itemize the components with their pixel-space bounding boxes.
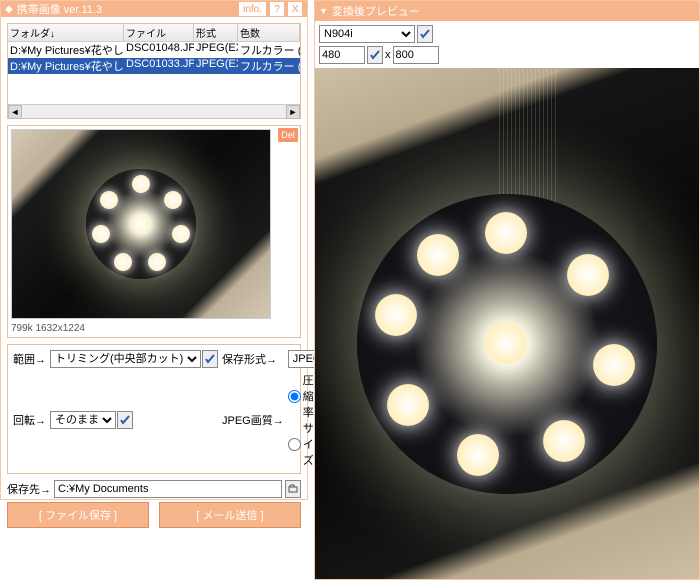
width-input[interactable] xyxy=(319,46,365,64)
file-list: フォルダ↓ ファイル 形式 色数 D:¥My Pictures¥花やしき・研修・… xyxy=(7,23,301,119)
triangle-icon: ▼ xyxy=(319,6,328,16)
compression-radio[interactable] xyxy=(288,390,301,403)
saveto-label: 保存先→ xyxy=(7,481,51,497)
range-select[interactable]: トリミング(中央部カット) xyxy=(50,350,201,368)
close-button[interactable]: X xyxy=(287,1,303,17)
height-input[interactable] xyxy=(393,46,439,64)
title-bar: ◆ 携帯画像 ver.11.3 info. ? X xyxy=(1,1,307,17)
app-title: 携帯画像 ver.11.3 xyxy=(17,1,102,17)
source-preview: Del 799k 1632x1224 xyxy=(7,125,301,338)
delete-button[interactable]: Del xyxy=(278,128,298,142)
help-button[interactable]: ? xyxy=(269,1,285,17)
rotate-apply-button[interactable] xyxy=(117,411,133,429)
scroll-left-icon[interactable]: ◄ xyxy=(8,105,22,119)
width-apply-button[interactable] xyxy=(367,46,383,64)
col-folder[interactable]: フォルダ↓ xyxy=(8,24,124,41)
table-row[interactable]: D:¥My Pictures¥花やしき・研修・ DSC01033.JPG JPE… xyxy=(8,58,300,74)
col-color[interactable]: 色数 xyxy=(238,24,300,41)
preview-window: ▼ 変換後プレビュー N904i x xyxy=(314,0,700,580)
device-apply-button[interactable] xyxy=(417,25,433,43)
col-format[interactable]: 形式 xyxy=(194,24,238,41)
source-dimensions: 799k 1632x1224 xyxy=(11,321,297,334)
rotate-label: 回転→ xyxy=(13,412,46,428)
file-list-header: フォルダ↓ ファイル 形式 色数 xyxy=(8,24,300,42)
source-thumbnail xyxy=(11,129,271,319)
range-label: 範囲→ xyxy=(13,351,46,367)
browse-button[interactable] xyxy=(285,480,301,498)
savepath-input[interactable] xyxy=(54,480,282,498)
info-button[interactable]: info. xyxy=(238,1,267,17)
preview-title-bar: ▼ 変換後プレビュー xyxy=(315,1,699,21)
file-save-button[interactable]: [ ファイル保存 ] xyxy=(7,502,149,528)
app-diamond-icon: ◆ xyxy=(5,4,13,15)
scroll-right-icon[interactable]: ► xyxy=(286,105,300,119)
options-panel: 範囲→ トリミング(中央部カット) 保存形式→ JPEG 回転→ そのまま JP… xyxy=(7,344,301,474)
mail-send-button[interactable]: [ メール送信 ] xyxy=(159,502,301,528)
chandelier-ring xyxy=(357,194,657,494)
preview-canvas xyxy=(315,68,699,579)
hscrollbar[interactable]: ◄ ► xyxy=(8,104,300,118)
table-row[interactable]: D:¥My Pictures¥花やしき・研修・ DSC01048.JPG JPE… xyxy=(8,42,300,58)
device-select[interactable]: N904i xyxy=(319,25,415,43)
col-file[interactable]: ファイル xyxy=(124,24,194,41)
saveformat-label: 保存形式→ xyxy=(222,351,284,367)
range-apply-button[interactable] xyxy=(202,350,218,368)
preview-title: 変換後プレビュー xyxy=(332,3,420,19)
jpegq-label: JPEG画質→ xyxy=(222,412,284,428)
rotate-select[interactable]: そのまま xyxy=(50,411,116,429)
filesize-radio[interactable] xyxy=(288,438,301,451)
main-window: ◆ 携帯画像 ver.11.3 info. ? X フォルダ↓ ファイル 形式 … xyxy=(0,0,308,500)
